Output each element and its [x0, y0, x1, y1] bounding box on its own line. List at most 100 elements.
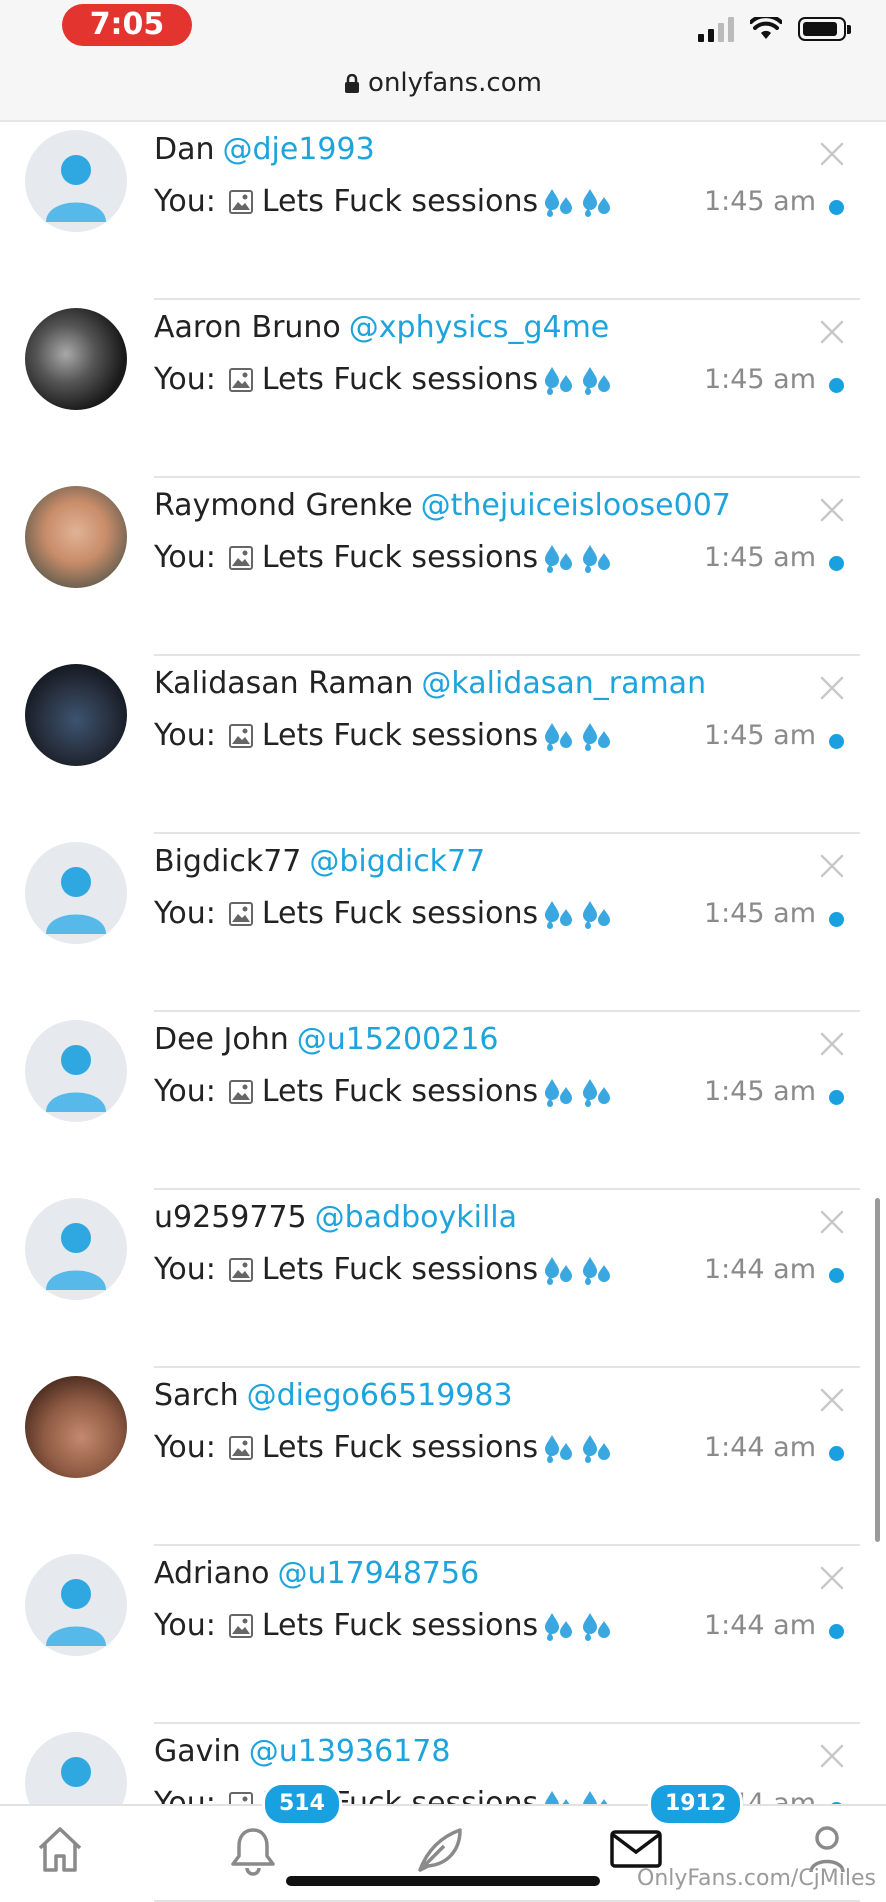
contact-handle[interactable]: @u17948756 — [277, 1556, 479, 1591]
conversation-row[interactable]: Aaron Bruno @xphysics_g4me You: Lets Fuck… — [0, 300, 886, 478]
default-user-icon — [46, 1579, 106, 1646]
message-text: Lets Fuck sessions — [261, 718, 539, 753]
close-icon[interactable] — [818, 140, 846, 168]
unread-indicator — [829, 912, 844, 927]
close-icon[interactable] — [818, 1208, 846, 1236]
contact-name: Sarch — [154, 1378, 239, 1413]
message-time: 1:44 am — [703, 1432, 816, 1463]
avatar[interactable] — [25, 1198, 127, 1300]
contact-handle[interactable]: @dje1993 — [223, 132, 375, 167]
conversation-row[interactable]: Kalidasan Raman @kalidasan_raman You: Let… — [0, 656, 886, 834]
contact-handle[interactable]: @u13936178 — [249, 1734, 451, 1769]
sweat-droplets-emoji — [542, 543, 614, 573]
message-time: 1:44 am — [703, 1610, 816, 1641]
sweat-droplets-emoji — [542, 365, 614, 395]
contact-handle[interactable]: @kalidasan_raman — [421, 666, 706, 701]
notifications-badge: 514 — [262, 1782, 342, 1826]
default-user-icon — [46, 867, 106, 934]
image-attachment-icon — [228, 1079, 253, 1104]
contact-name: Gavin — [154, 1734, 241, 1769]
conversation-row[interactable]: u9259775 @badboykilla You: Lets Fuck sess… — [0, 1190, 886, 1368]
conversation-row[interactable]: Bigdick77 @bigdick77 You: Lets Fuck sessi… — [0, 834, 886, 1012]
bell-icon[interactable] — [228, 1824, 278, 1876]
unread-indicator — [829, 1268, 844, 1283]
conversation-row[interactable]: Dee John @u15200216 You: Lets Fuck sessio… — [0, 1012, 886, 1190]
unread-indicator — [829, 200, 844, 215]
avatar[interactable] — [25, 308, 127, 410]
home-indicator[interactable] — [286, 1876, 600, 1886]
contact-handle[interactable]: @thejuiceisloose007 — [421, 488, 731, 523]
home-icon[interactable] — [34, 1824, 86, 1874]
avatar[interactable] — [25, 1020, 127, 1122]
contact-handle[interactable]: @xphysics_g4me — [349, 310, 609, 345]
contact-name: Kalidasan Raman — [154, 666, 414, 701]
sweat-droplets-emoji — [542, 1255, 614, 1285]
conversation-title: Bigdick77 @bigdick77 — [154, 844, 485, 879]
message-sender: You: — [154, 1074, 216, 1109]
message-time: 1:45 am — [703, 720, 816, 751]
close-icon[interactable] — [818, 496, 846, 524]
unread-indicator — [829, 1624, 844, 1639]
conversation-title: Gavin @u13936178 — [154, 1734, 450, 1769]
message-text: Lets Fuck sessions — [261, 896, 539, 931]
close-icon[interactable] — [818, 674, 846, 702]
last-message: You: Lets Fuck sessions — [154, 362, 614, 397]
watermark: OnlyFans.com/CjMiles — [637, 1866, 876, 1891]
contact-handle[interactable]: @badboykilla — [315, 1200, 517, 1235]
avatar[interactable] — [25, 1554, 127, 1656]
scrollbar[interactable] — [875, 1198, 880, 1542]
image-attachment-icon — [228, 901, 253, 926]
close-icon[interactable] — [818, 1030, 846, 1058]
last-message: You: Lets Fuck sessions — [154, 1252, 614, 1287]
avatar[interactable] — [25, 486, 127, 588]
message-text: Lets Fuck sessions — [261, 362, 539, 397]
contact-handle[interactable]: @u15200216 — [297, 1022, 499, 1057]
conversation-row[interactable]: Sarch @diego66519983 You: Lets Fuck sessi… — [0, 1368, 886, 1546]
image-attachment-icon — [228, 367, 253, 392]
cellular-signal-icon — [698, 16, 734, 42]
message-time: 1:44 am — [703, 1254, 816, 1285]
close-icon[interactable] — [818, 1742, 846, 1770]
contact-handle[interactable]: @bigdick77 — [309, 844, 485, 879]
sweat-droplets-emoji — [542, 721, 614, 751]
avatar[interactable] — [25, 842, 127, 944]
conversation-row[interactable]: Adriano @u17948756 You: Lets Fuck session… — [0, 1546, 886, 1724]
close-icon[interactable] — [818, 1564, 846, 1592]
last-message: You: Lets Fuck sessions — [154, 718, 614, 753]
status-icons — [698, 16, 851, 42]
contact-handle[interactable]: @diego66519983 — [247, 1378, 513, 1413]
close-icon[interactable] — [818, 852, 846, 880]
lock-icon — [345, 73, 360, 93]
conversation-title: Kalidasan Raman @kalidasan_raman — [154, 666, 706, 701]
battery-icon — [798, 17, 851, 41]
message-text: Lets Fuck sessions — [261, 184, 539, 219]
avatar[interactable] — [25, 130, 127, 232]
sweat-droplets-emoji — [542, 1611, 614, 1641]
feather-icon[interactable] — [414, 1824, 468, 1876]
last-message: You: Lets Fuck sessions — [154, 184, 614, 219]
envelope-icon[interactable] — [608, 1824, 664, 1872]
image-attachment-icon — [228, 1435, 253, 1460]
browser-status-bar: 7:05 onlyfans.com — [0, 0, 886, 122]
contact-name: Adriano — [154, 1556, 270, 1591]
unread-indicator — [829, 556, 844, 571]
unread-indicator — [829, 1090, 844, 1105]
close-icon[interactable] — [818, 318, 846, 346]
message-text: Lets Fuck sessions — [261, 1608, 539, 1643]
unread-indicator — [829, 1446, 844, 1461]
message-sender: You: — [154, 1430, 216, 1465]
conversation-row[interactable]: Raymond Grenke @thejuiceisloose007 You: L… — [0, 478, 886, 656]
close-icon[interactable] — [818, 1386, 846, 1414]
message-sender: You: — [154, 1252, 216, 1287]
address-bar[interactable]: onlyfans.com — [0, 68, 886, 98]
avatar[interactable] — [25, 664, 127, 766]
conversation-row[interactable]: Dan @dje1993 You: Lets Fuck sessions 1:45… — [0, 122, 886, 300]
message-sender: You: — [154, 718, 216, 753]
avatar[interactable] — [25, 1376, 127, 1478]
conversation-title: u9259775 @badboykilla — [154, 1200, 517, 1235]
message-time: 1:45 am — [703, 1076, 816, 1107]
conversation-title: Raymond Grenke @thejuiceisloose007 — [154, 488, 731, 523]
sweat-droplets-emoji — [542, 1433, 614, 1463]
conversation-title: Sarch @diego66519983 — [154, 1378, 513, 1413]
image-attachment-icon — [228, 189, 253, 214]
